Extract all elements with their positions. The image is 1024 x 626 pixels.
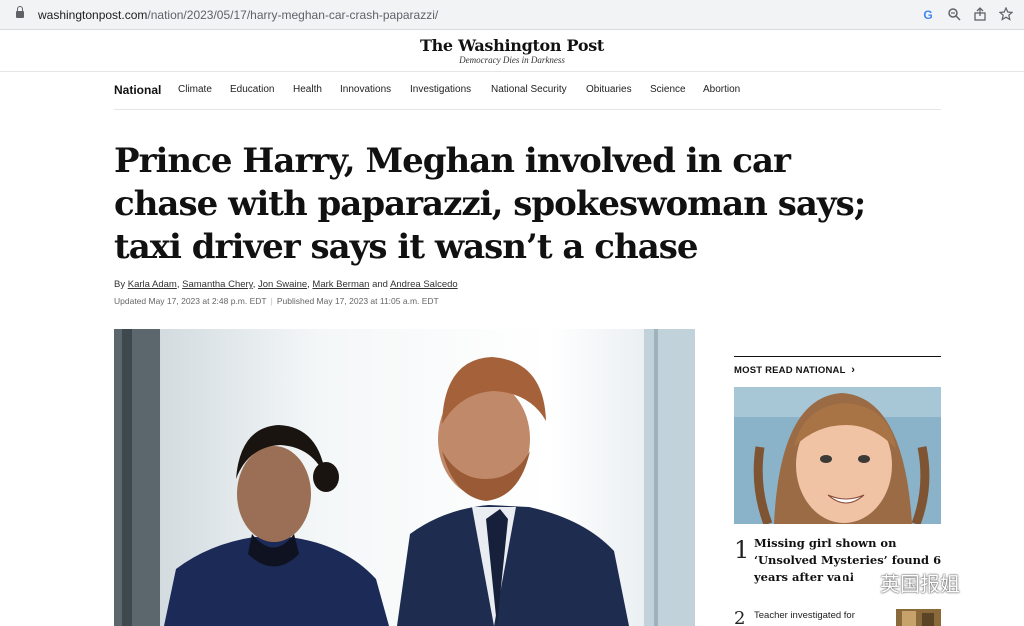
site-logo[interactable]: The Washington Post xyxy=(0,36,1024,55)
wechat-icon xyxy=(841,567,875,592)
nav-item-climate[interactable]: Climate xyxy=(178,84,212,95)
author-link[interactable]: Samantha Chery xyxy=(182,279,253,290)
lead-photo[interactable] xyxy=(114,329,695,626)
article-headline: Prince Harry, Meghan involved in car cha… xyxy=(114,140,866,269)
share-icon[interactable] xyxy=(972,7,988,23)
author-link[interactable]: Andrea Salcedo xyxy=(390,279,458,290)
watermark-text: 英国报姐 xyxy=(880,572,960,596)
zoom-icon[interactable] xyxy=(946,7,962,23)
byline-prefix: By xyxy=(114,279,126,290)
dateline: Updated May 17, 2023 at 2:48 p.m. EDT | Pu… xyxy=(114,296,439,306)
url-text[interactable]: washingtonpost.com/nation/2023/05/17/har… xyxy=(38,8,438,22)
updated-time: Updated May 17, 2023 at 2:48 p.m. EDT xyxy=(114,296,267,306)
sidebar-divider xyxy=(734,356,941,357)
star-icon[interactable] xyxy=(998,6,1014,23)
section-nav: National Climate Education Health Innova… xyxy=(114,80,941,110)
nav-item-investigations[interactable]: Investigations xyxy=(410,84,471,95)
byline: By Karla Adam, Samantha Chery, Jon Swain… xyxy=(114,279,458,290)
nav-item-national-security[interactable]: National Security xyxy=(491,84,567,95)
chevron-right-icon: › xyxy=(851,364,856,376)
browser-address-bar: washingtonpost.com/nation/2023/05/17/har… xyxy=(0,0,1024,30)
google-icon[interactable]: G xyxy=(920,7,936,23)
headline-line: Prince Harry, Meghan involved in car xyxy=(114,141,791,181)
watermark: 英国报姐 xyxy=(840,566,960,596)
story-photo[interactable] xyxy=(734,387,941,524)
nav-item-obituaries[interactable]: Obituaries xyxy=(586,84,632,95)
story-rank: 2 xyxy=(734,608,746,626)
nav-item-national[interactable]: National xyxy=(114,83,161,97)
story-thumbnail[interactable] xyxy=(896,609,941,626)
nav-item-education[interactable]: Education xyxy=(230,84,274,95)
published-time: Published May 17, 2023 at 11:05 a.m. EDT xyxy=(276,296,439,306)
headline-line: taxi driver says it wasn’t a chase xyxy=(114,227,699,267)
nav-item-science[interactable]: Science xyxy=(650,84,686,95)
author-link[interactable]: Mark Berman xyxy=(312,279,369,290)
headline-line: chase with paparazzi, spokeswoman says; xyxy=(114,184,866,224)
masthead: The Washington Post Democracy Dies in Da… xyxy=(0,31,1024,72)
author-link[interactable]: Jon Swaine xyxy=(258,279,307,290)
story-rank: 1 xyxy=(734,536,750,564)
site-tagline: Democracy Dies in Darkness xyxy=(459,55,565,65)
nav-item-innovations[interactable]: Innovations xyxy=(340,84,391,95)
lock-icon[interactable] xyxy=(16,6,24,18)
story-headline[interactable]: Teacher investigated for xyxy=(754,610,855,621)
author-link[interactable]: Karla Adam xyxy=(128,279,177,290)
nav-item-abortion[interactable]: Abortion xyxy=(703,84,740,95)
nav-item-health[interactable]: Health xyxy=(293,84,322,95)
byline-and: and xyxy=(372,279,388,290)
sidebar-title[interactable]: MOST READ NATIONAL › xyxy=(734,364,855,376)
